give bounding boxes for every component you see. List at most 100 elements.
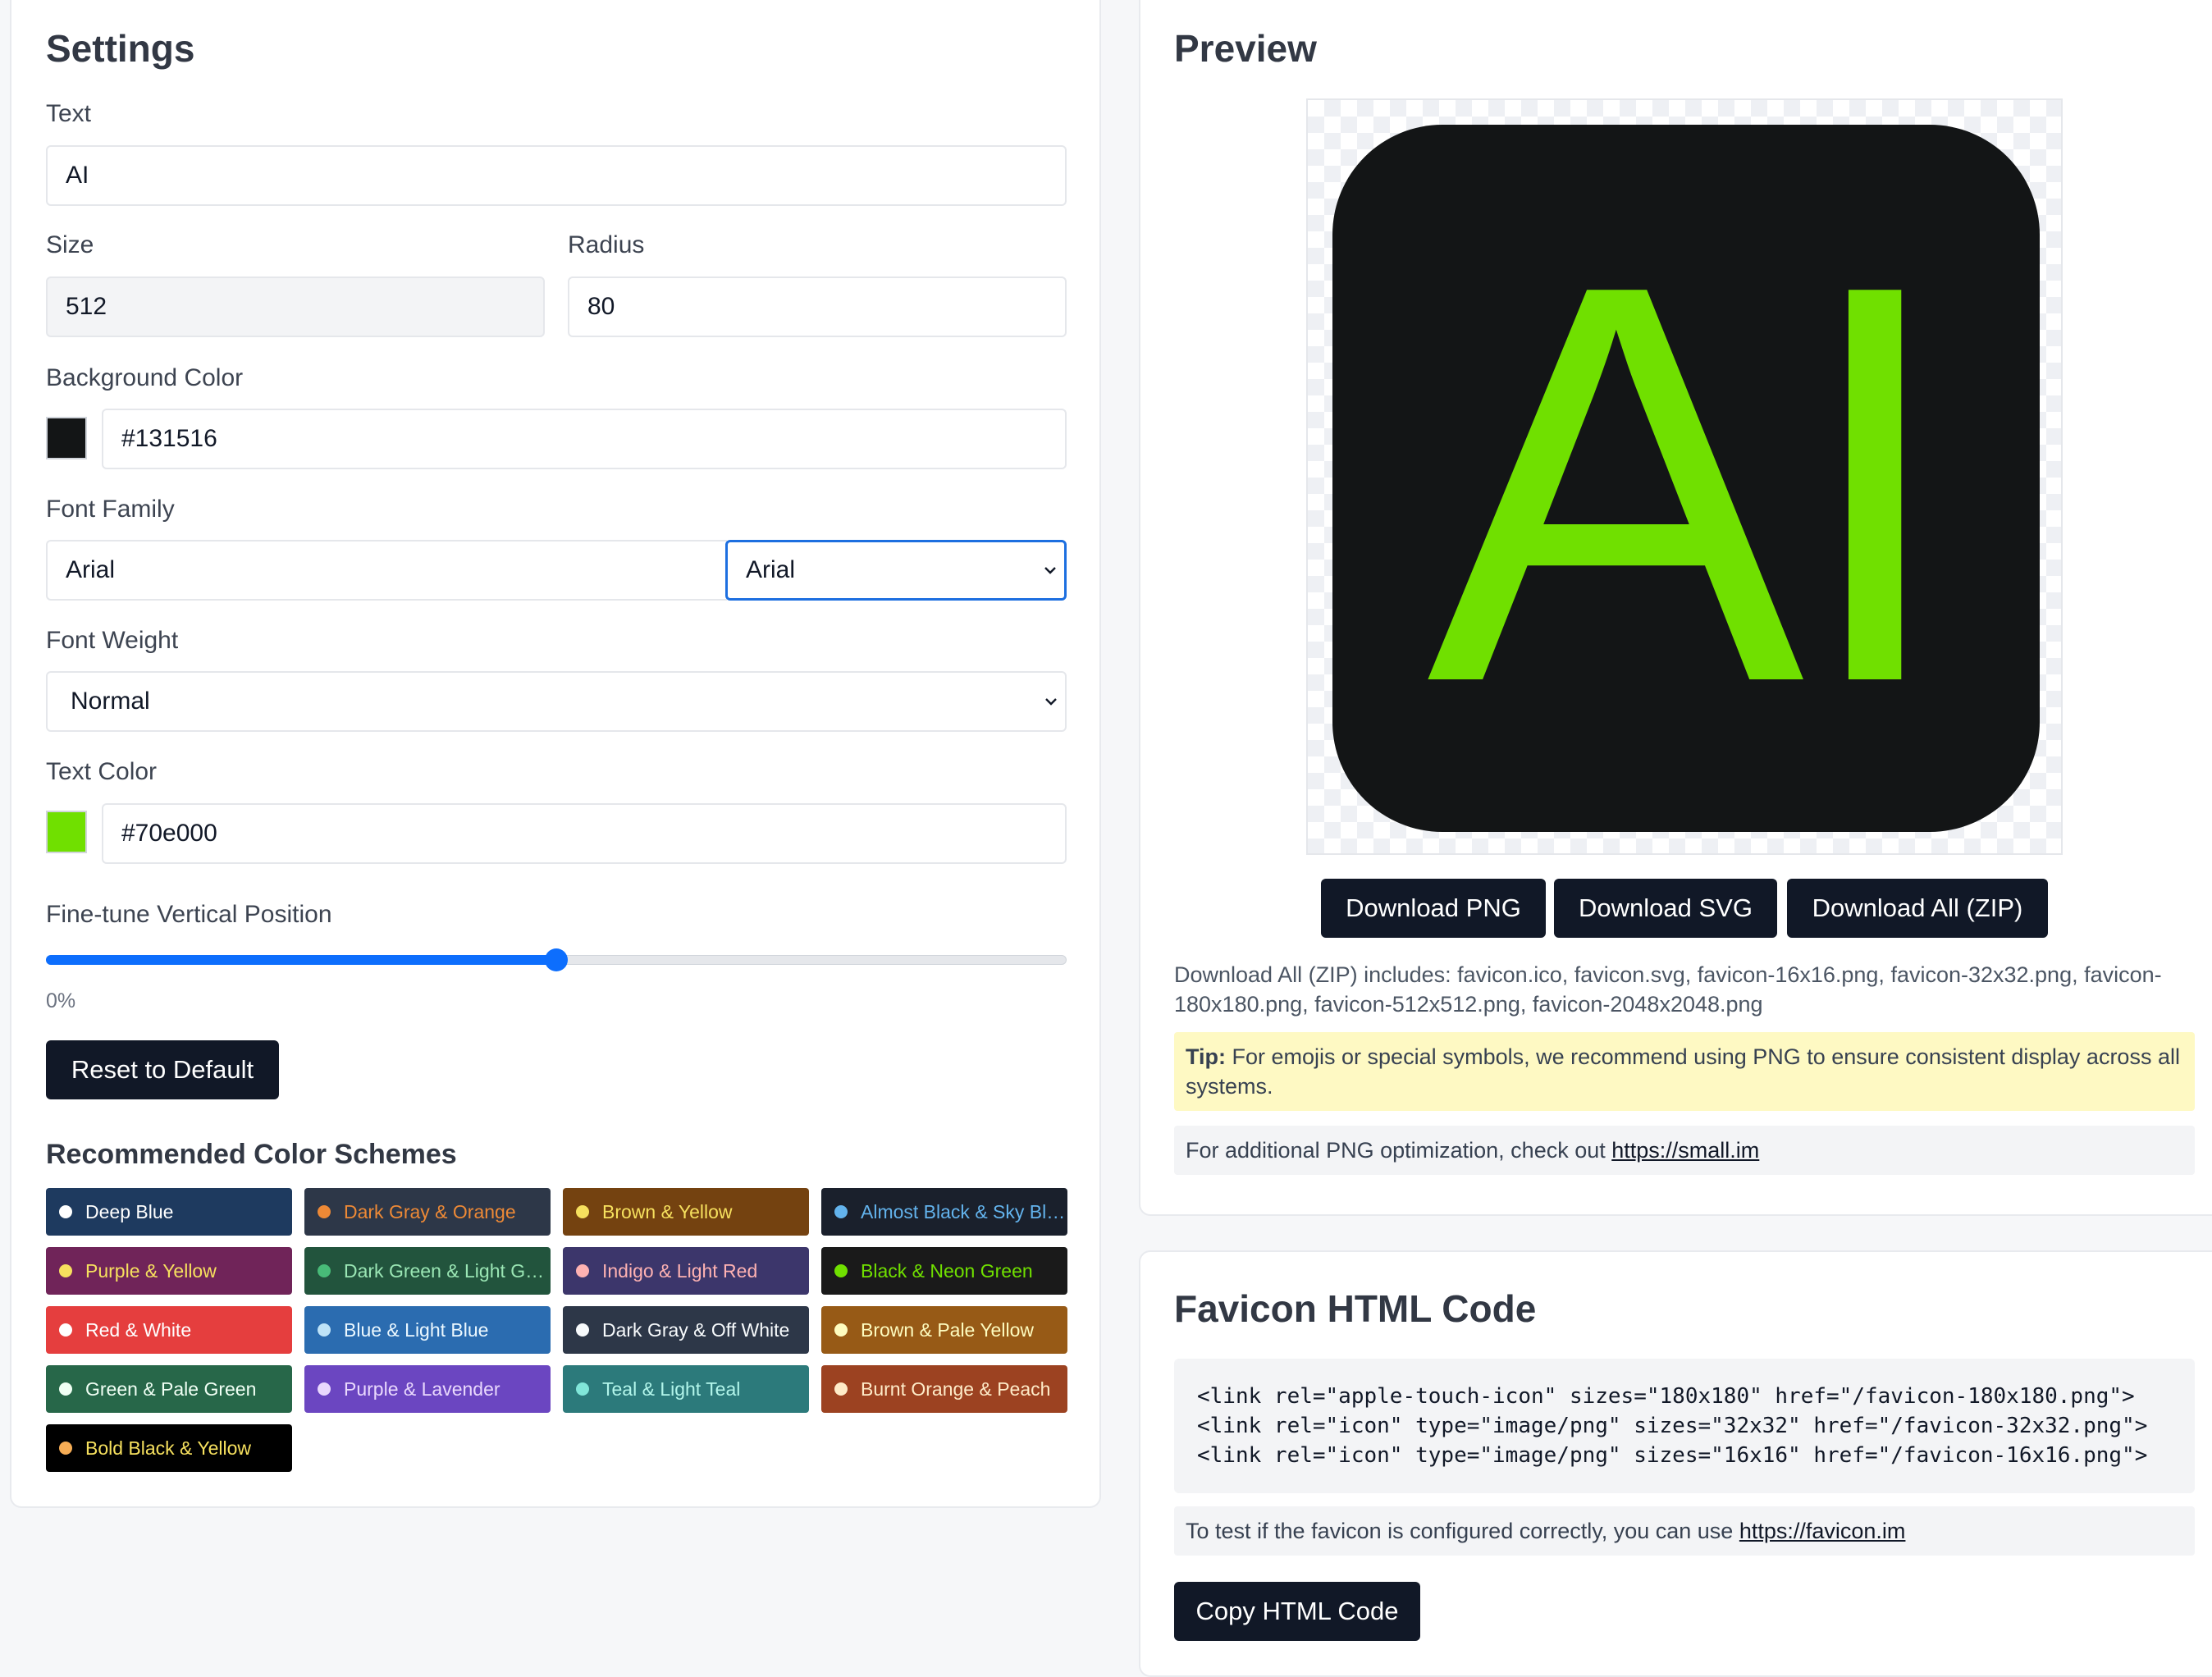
color-scheme-name: Purple & Yellow bbox=[85, 1259, 217, 1282]
preview-checkerboard: AI bbox=[1306, 98, 2063, 855]
color-scheme-button[interactable]: Indigo & Light Red bbox=[563, 1247, 809, 1295]
color-scheme-button[interactable]: Dark Green & Light Green bbox=[304, 1247, 551, 1295]
color-scheme-name: Dark Green & Light Green bbox=[344, 1259, 549, 1282]
color-scheme-name: Almost Black & Sky Blue bbox=[861, 1200, 1066, 1222]
favicon-preview: AI bbox=[1332, 125, 2040, 832]
radius-label: Radius bbox=[568, 231, 645, 258]
color-scheme-button[interactable]: Purple & Yellow bbox=[46, 1247, 292, 1295]
color-dot-icon bbox=[59, 1323, 72, 1337]
color-dot-icon bbox=[834, 1264, 848, 1277]
color-scheme-name: Brown & Pale Yellow bbox=[861, 1318, 1034, 1341]
font-weight-select[interactable]: Normal bbox=[46, 671, 1067, 732]
favicon-im-link[interactable]: https://favicon.im bbox=[1739, 1519, 1906, 1543]
color-dot-icon bbox=[576, 1264, 589, 1277]
color-dot-icon bbox=[59, 1205, 72, 1218]
color-scheme-name: Red & White bbox=[85, 1318, 192, 1341]
font-weight-label: Font Weight bbox=[46, 627, 179, 654]
color-scheme-name: Black & Neon Green bbox=[861, 1259, 1033, 1282]
color-scheme-name: Burnt Orange & Peach bbox=[861, 1378, 1051, 1400]
text-input[interactable]: AI bbox=[46, 145, 1067, 206]
color-scheme-button[interactable]: Bold Black & Yellow bbox=[46, 1424, 292, 1472]
slider-fill bbox=[46, 955, 556, 965]
download-svg-button[interactable]: Download SVG bbox=[1554, 879, 1777, 938]
color-scheme-name: Indigo & Light Red bbox=[602, 1259, 758, 1282]
color-dot-icon bbox=[59, 1382, 72, 1396]
color-scheme-button[interactable]: Blue & Light Blue bbox=[304, 1306, 551, 1354]
color-scheme-button[interactable]: Burnt Orange & Peach bbox=[821, 1365, 1067, 1413]
copy-html-code-button[interactable]: Copy HTML Code bbox=[1174, 1582, 1420, 1641]
background-color-input[interactable]: #131516 bbox=[102, 409, 1067, 469]
font-family-input[interactable]: Arial bbox=[46, 540, 727, 601]
font-family-select[interactable]: Arial bbox=[725, 540, 1067, 601]
settings-title: Settings bbox=[46, 27, 195, 70]
color-scheme-name: Brown & Yellow bbox=[602, 1200, 733, 1222]
color-scheme-button[interactable]: Purple & Lavender bbox=[304, 1365, 551, 1413]
color-dot-icon bbox=[576, 1205, 589, 1218]
text-color-label: Text Color bbox=[46, 758, 158, 785]
color-scheme-name: Purple & Lavender bbox=[344, 1378, 500, 1400]
color-scheme-button[interactable]: Red & White bbox=[46, 1306, 292, 1354]
color-scheme-name: Teal & Light Teal bbox=[602, 1378, 741, 1400]
optimization-note: For additional PNG optimization, check o… bbox=[1174, 1126, 2195, 1175]
color-scheme-button[interactable]: Black & Neon Green bbox=[821, 1247, 1067, 1295]
html-code-title: Favicon HTML Code bbox=[1174, 1287, 1537, 1330]
font-weight-select-value: Normal bbox=[71, 688, 150, 715]
color-dot-icon bbox=[318, 1264, 331, 1277]
radius-input[interactable]: 80 bbox=[568, 276, 1067, 337]
color-scheme-button[interactable]: Teal & Light Teal bbox=[563, 1365, 809, 1413]
size-label: Size bbox=[46, 231, 94, 258]
color-scheme-button[interactable]: Almost Black & Sky Blue bbox=[821, 1188, 1067, 1236]
preview-title: Preview bbox=[1174, 27, 1317, 70]
html-code-block: <link rel="apple-touch-icon" sizes="180x… bbox=[1174, 1359, 2195, 1493]
color-scheme-button[interactable]: Brown & Yellow bbox=[563, 1188, 809, 1236]
color-scheme-button[interactable]: Green & Pale Green bbox=[46, 1365, 292, 1413]
color-dot-icon bbox=[576, 1323, 589, 1337]
chevron-down-icon bbox=[1044, 567, 1056, 574]
color-dot-icon bbox=[576, 1382, 589, 1396]
color-scheme-button[interactable]: Brown & Pale Yellow bbox=[821, 1306, 1067, 1354]
color-dot-icon bbox=[59, 1442, 72, 1455]
font-family-label: Font Family bbox=[46, 496, 175, 523]
tip-label: Tip: bbox=[1186, 1044, 1226, 1069]
vertical-position-slider[interactable] bbox=[46, 948, 1067, 971]
reset-to-default-button[interactable]: Reset to Default bbox=[46, 1040, 279, 1099]
color-scheme-name: Deep Blue bbox=[85, 1200, 174, 1222]
slider-thumb[interactable] bbox=[545, 948, 568, 971]
background-color-label: Background Color bbox=[46, 364, 244, 391]
tip-text: For emojis or special symbols, we recomm… bbox=[1186, 1044, 2180, 1099]
color-scheme-button[interactable]: Dark Gray & Orange bbox=[304, 1188, 551, 1236]
text-color-input[interactable]: #70e000 bbox=[102, 803, 1067, 864]
color-dot-icon bbox=[834, 1323, 848, 1337]
background-color-swatch[interactable] bbox=[46, 417, 87, 459]
favicon-test-text: To test if the favicon is configured cor… bbox=[1186, 1519, 1739, 1543]
font-family-select-value: Arial bbox=[746, 556, 796, 583]
small-im-link[interactable]: https://small.im bbox=[1611, 1138, 1759, 1163]
chevron-down-icon bbox=[1045, 698, 1057, 706]
color-dot-icon bbox=[834, 1382, 848, 1396]
color-dot-icon bbox=[318, 1323, 331, 1337]
color-scheme-button[interactable]: Deep Blue bbox=[46, 1188, 292, 1236]
color-scheme-button[interactable]: Dark Gray & Off White bbox=[563, 1306, 809, 1354]
color-schemes-title: Recommended Color Schemes bbox=[46, 1139, 457, 1170]
favicon-test-note: To test if the favicon is configured cor… bbox=[1174, 1506, 2195, 1556]
vertical-position-value: 0% bbox=[46, 989, 76, 1012]
color-dot-icon bbox=[318, 1205, 331, 1218]
zip-contents-note: Download All (ZIP) includes: favicon.ico… bbox=[1174, 962, 2162, 1017]
color-scheme-name: Green & Pale Green bbox=[85, 1378, 257, 1400]
download-zip-button[interactable]: Download All (ZIP) bbox=[1787, 879, 2048, 938]
color-scheme-name: Dark Gray & Off White bbox=[602, 1318, 790, 1341]
color-scheme-name: Blue & Light Blue bbox=[344, 1318, 489, 1341]
color-dot-icon bbox=[318, 1382, 331, 1396]
download-png-button[interactable]: Download PNG bbox=[1321, 879, 1546, 938]
text-color-swatch[interactable] bbox=[46, 811, 87, 853]
color-scheme-name: Dark Gray & Orange bbox=[344, 1200, 516, 1222]
vertical-position-label: Fine-tune Vertical Position bbox=[46, 901, 332, 928]
color-dot-icon bbox=[834, 1205, 848, 1218]
color-dot-icon bbox=[59, 1264, 72, 1277]
optimization-text: For additional PNG optimization, check o… bbox=[1186, 1138, 1612, 1163]
favicon-preview-text: AI bbox=[1427, 167, 1954, 800]
text-label: Text bbox=[46, 100, 92, 127]
size-input[interactable]: 512 bbox=[46, 276, 545, 337]
tip-box: Tip: For emojis or special symbols, we r… bbox=[1174, 1032, 2195, 1111]
color-scheme-name: Bold Black & Yellow bbox=[85, 1437, 252, 1459]
